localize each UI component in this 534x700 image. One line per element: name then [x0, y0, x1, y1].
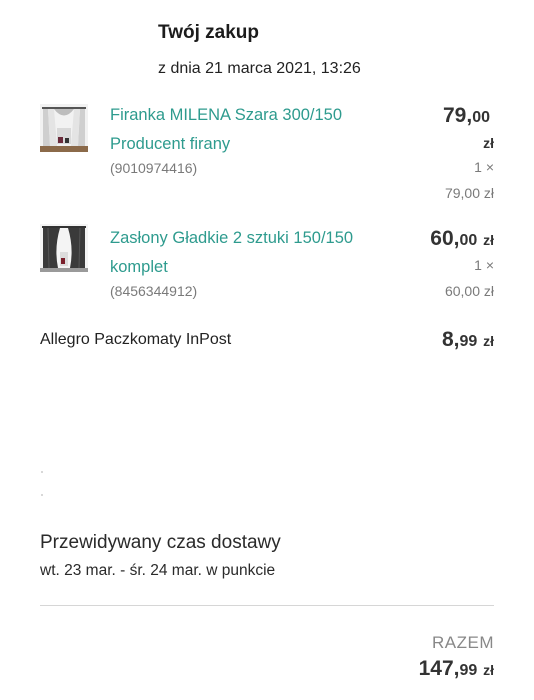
total-currency: zł: [483, 662, 494, 678]
item-price: 60,00 zł: [430, 227, 494, 251]
shipping-price: 8,99 zł: [442, 328, 494, 352]
price-decimal: 99: [459, 333, 478, 350]
price-integer: 8,: [441, 328, 460, 351]
page-title: Twój zakup: [158, 22, 259, 43]
price-currency: zł: [483, 333, 494, 349]
price-integer: 60,: [430, 227, 460, 250]
product-code: (8456344912): [110, 283, 198, 299]
price-currency: zł: [483, 232, 494, 248]
dark-curtain-icon[interactable]: [40, 224, 88, 272]
total-label: RAZEM: [432, 633, 494, 652]
item-unit-price: 60,00 zł: [444, 283, 494, 299]
item-unit-price: 79,00 zł: [444, 185, 494, 201]
item-quantity: 1 ×: [474, 159, 494, 175]
purchase-date: z dnia 21 marca 2021, 13:26: [158, 60, 361, 77]
price-currency: zł: [483, 135, 494, 151]
divider-speck: [41, 471, 43, 473]
delivery-time-label: Przewidywany czas dostawy: [40, 532, 281, 553]
shipping-method: Allegro Paczkomaty InPost: [40, 331, 232, 348]
total-value: 147,99 zł: [419, 657, 494, 681]
product-link-firanka[interactable]: Firanka MILENA Szara 300/150 Producent f…: [110, 101, 385, 159]
total-decimal: 99: [459, 662, 478, 679]
item-price: 79,00: [443, 104, 490, 128]
product-name-line2[interactable]: Producent firany: [110, 130, 385, 159]
sheer-curtain-icon[interactable]: [40, 104, 88, 152]
product-name-line2[interactable]: komplet: [110, 253, 385, 282]
product-name-line1[interactable]: Firanka MILENA Szara 300/150: [110, 101, 385, 130]
product-name-line1[interactable]: Zasłony Gładkie 2 sztuki 150/150: [110, 224, 385, 253]
item-quantity: 1 ×: [474, 257, 494, 273]
product-link-zaslony[interactable]: Zasłony Gładkie 2 sztuki 150/150 komplet: [110, 224, 385, 282]
section-divider: [40, 605, 494, 606]
divider-speck: [41, 494, 43, 496]
total-integer: 147,: [418, 657, 460, 680]
price-integer: 79,: [443, 104, 473, 127]
price-decimal: 00: [459, 232, 478, 249]
product-code: (9010974416): [110, 160, 198, 176]
delivery-time-range: wt. 23 mar. - śr. 24 mar. w punkcie: [40, 562, 276, 579]
price-decimal: 00: [472, 109, 490, 126]
